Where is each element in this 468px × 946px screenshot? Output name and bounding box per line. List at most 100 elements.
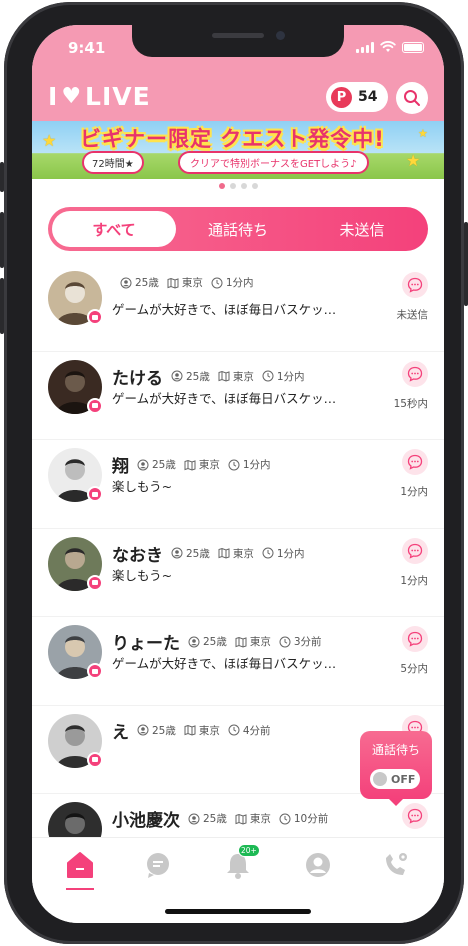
points-badge-icon: P bbox=[331, 86, 352, 108]
map-icon bbox=[167, 277, 179, 289]
logo-prefix: I bbox=[48, 82, 59, 111]
mute-switch bbox=[0, 162, 4, 192]
user-message: 楽しもう~ bbox=[112, 479, 173, 494]
user-location: 東京 bbox=[184, 457, 220, 472]
chat-button[interactable] bbox=[402, 449, 428, 475]
chat-button[interactable] bbox=[402, 803, 428, 829]
nav-notifications[interactable]: 20+ bbox=[218, 844, 260, 880]
notification-count-badge: 20+ bbox=[238, 844, 260, 857]
nav-profile[interactable] bbox=[298, 850, 338, 880]
points-value: 54 bbox=[358, 89, 378, 105]
page-dot[interactable] bbox=[218, 183, 225, 189]
logo-heart-icon: ♥ bbox=[61, 84, 83, 109]
user-info-row: え 25歳 東京 4分前 bbox=[112, 718, 271, 743]
banner-title: ビギナー限定 クエスト発令中! bbox=[80, 127, 385, 151]
user-age: 25歳 bbox=[120, 275, 159, 290]
chat-dots-icon bbox=[407, 277, 423, 293]
user-message: ゲームが大好きで、ほぼ毎日バスケッ… bbox=[112, 656, 337, 671]
video-call-badge-icon bbox=[87, 486, 103, 502]
map-icon bbox=[184, 459, 196, 471]
user-row[interactable]: 翔 25歳 東京 1分内 楽しもう~ 1分内 bbox=[32, 440, 444, 529]
person-icon bbox=[188, 813, 200, 825]
home-indicator bbox=[165, 909, 311, 914]
user-last-active: 3分前 bbox=[279, 634, 322, 649]
logo-suffix: LIVE bbox=[85, 82, 151, 111]
tab-unsent[interactable]: 未送信 bbox=[300, 211, 424, 247]
user-last-active: 1分内 bbox=[262, 546, 305, 561]
user-status: 1分内 bbox=[400, 574, 428, 587]
volume-down-button bbox=[0, 278, 4, 334]
points-button[interactable]: P 54 bbox=[326, 82, 388, 112]
user-last-active: 1分内 bbox=[228, 457, 271, 472]
chat-dots-icon bbox=[407, 631, 423, 647]
clock-icon bbox=[228, 724, 240, 736]
user-info-row: 翔 25歳 東京 1分内 bbox=[112, 452, 271, 477]
page-dot[interactable] bbox=[229, 183, 236, 189]
user-last-active: 1分内 bbox=[211, 275, 254, 290]
call-wait-toggle[interactable]: OFF bbox=[370, 769, 420, 789]
screen: 9:41 I ♥ LIVE P 54 ★ ★ ★ ビギナー限定 クエスト発令中!… bbox=[32, 25, 444, 923]
user-message: ゲームが大好きで、ほぼ毎日バスケッ… bbox=[112, 390, 337, 406]
chat-dots-icon bbox=[407, 366, 423, 382]
user-info-row: りょーた 25歳 東京 3分前 bbox=[112, 629, 322, 654]
user-age: 25歳 bbox=[137, 723, 176, 738]
user-row[interactable]: なおき 25歳 東京 1分内 楽しもう~ 1分内 bbox=[32, 529, 444, 617]
person-icon bbox=[171, 370, 183, 382]
app-logo: I ♥ LIVE bbox=[48, 82, 151, 111]
user-row[interactable]: 25歳 東京 1分内 ゲームが大好きで、ほぼ毎日バスケッ… 未送信 bbox=[32, 263, 444, 352]
star-icon: ★ bbox=[406, 151, 421, 170]
user-age: 25歳 bbox=[188, 811, 227, 826]
status-icons bbox=[356, 41, 424, 53]
banner-time-label: 72時間★ bbox=[82, 151, 144, 174]
map-icon bbox=[235, 636, 247, 648]
toggle-state: OFF bbox=[391, 772, 416, 786]
user-age: 25歳 bbox=[188, 634, 227, 649]
tab-all[interactable]: すべて bbox=[52, 211, 176, 247]
map-icon bbox=[218, 547, 230, 559]
user-location: 東京 bbox=[235, 811, 271, 826]
chat-button[interactable] bbox=[402, 272, 428, 298]
nav-messages[interactable] bbox=[138, 850, 178, 880]
promo-banner[interactable]: ★ ★ ★ ビギナー限定 クエスト発令中! 72時間★ クリアで特別ボーナスをG… bbox=[32, 121, 444, 179]
user-status: 5分内 bbox=[400, 663, 428, 675]
signal-icon bbox=[356, 41, 374, 53]
search-icon bbox=[404, 90, 420, 106]
user-location: 東京 bbox=[167, 275, 203, 290]
chat-button[interactable] bbox=[402, 626, 428, 652]
power-button bbox=[464, 222, 468, 306]
user-name: え bbox=[112, 722, 129, 743]
video-call-badge-icon bbox=[87, 663, 103, 679]
page-dot[interactable] bbox=[251, 183, 258, 189]
user-last-active: 4分前 bbox=[228, 723, 271, 738]
search-button[interactable] bbox=[396, 82, 428, 114]
user-status: 15秒内 bbox=[393, 397, 428, 410]
user-info-row: 小池慶次 25歳 東京 10分前 bbox=[112, 806, 328, 831]
user-info-row: たける 25歳 東京 1分内 bbox=[112, 364, 305, 389]
map-icon bbox=[184, 724, 196, 736]
tab-waiting-call[interactable]: 通話待ち bbox=[176, 211, 300, 247]
map-icon bbox=[218, 370, 230, 382]
user-age: 25歳 bbox=[137, 457, 176, 472]
map-icon bbox=[235, 813, 247, 825]
video-call-badge-icon bbox=[87, 574, 103, 591]
toggle-knob bbox=[373, 772, 387, 786]
front-camera bbox=[276, 31, 285, 40]
banner-page-dots bbox=[32, 183, 444, 189]
user-location: 東京 bbox=[218, 546, 254, 561]
page-dot[interactable] bbox=[240, 183, 247, 189]
person-icon bbox=[188, 636, 200, 648]
user-last-active: 10分前 bbox=[279, 811, 328, 826]
chat-button[interactable] bbox=[402, 537, 428, 564]
nav-call-settings[interactable] bbox=[376, 850, 416, 880]
battery-icon bbox=[402, 41, 424, 53]
nav-home[interactable] bbox=[60, 850, 100, 890]
filter-tabs: すべて 通話待ち 未送信 bbox=[48, 207, 428, 251]
user-row[interactable]: りょーた 25歳 東京 3分前ゲームが大好きで、ほぼ毎日バスケッ… 5分内 bbox=[32, 617, 444, 706]
chat-button[interactable] bbox=[402, 360, 428, 387]
user-row[interactable]: たける 25歳 東京 1分内 ゲームが大好きで、ほぼ毎日バスケッ… 15秒内 bbox=[32, 352, 444, 440]
video-call-badge-icon bbox=[87, 751, 103, 768]
person-icon bbox=[306, 853, 330, 877]
user-name: たける bbox=[112, 368, 163, 389]
panel-tail bbox=[388, 798, 404, 806]
person-icon bbox=[137, 459, 149, 471]
